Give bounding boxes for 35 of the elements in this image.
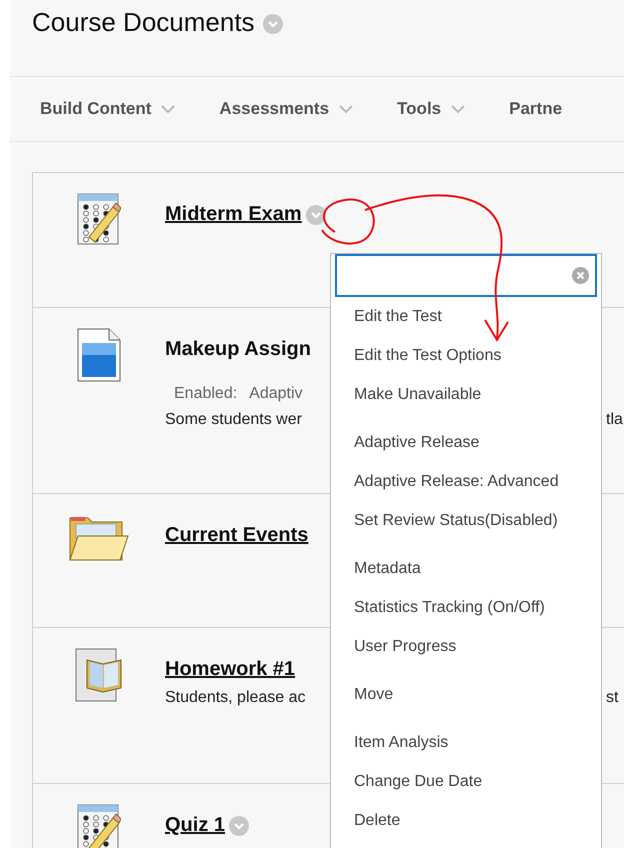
item-description: st <box>606 689 618 707</box>
book-icon <box>75 648 123 702</box>
menu-item[interactable]: Delete <box>335 801 597 840</box>
toolbar-menu[interactable]: Tools <box>397 99 466 119</box>
menu-item[interactable]: Edit the Test <box>335 297 597 336</box>
menu-item[interactable]: User Progress <box>335 627 597 666</box>
item-description: Students, please ac <box>165 689 306 707</box>
menu-item[interactable]: Metadata <box>335 549 597 588</box>
item-title-link[interactable]: Makeup Assign <box>165 338 311 361</box>
item-title-link[interactable]: Homework #1 <box>165 658 296 681</box>
toolbar-menu[interactable]: Build Content <box>40 99 176 119</box>
menu-item[interactable]: Adaptive Release: Advanced <box>335 462 597 501</box>
item-description: tla <box>606 411 623 429</box>
status-text: Adaptiv <box>249 385 303 403</box>
search-field[interactable] <box>335 254 597 297</box>
menu-item[interactable]: Make Unavailable <box>335 375 597 414</box>
item-title-link[interactable]: Midterm Exam <box>165 203 302 226</box>
menu-item[interactable]: Statistics Tracking (On/Off) <box>335 588 597 627</box>
item-description: Some students wer <box>165 411 302 429</box>
item-title-link[interactable]: Quiz 1 <box>165 814 226 837</box>
menu-item[interactable]: Set Review Status(Disabled) <box>335 501 597 540</box>
menu-item[interactable]: Edit the Test Options <box>335 336 597 375</box>
toolbar-menu[interactable]: Assessments <box>219 99 354 119</box>
menu-item[interactable]: Move <box>335 675 597 714</box>
clear-icon[interactable] <box>572 267 589 284</box>
document-icon <box>77 328 121 382</box>
menu-item[interactable]: Item Analysis <box>335 723 597 762</box>
chevron-icon[interactable] <box>306 204 326 224</box>
toolbar-menu[interactable]: Partne <box>509 99 562 119</box>
page-title: Course Documents <box>32 7 255 38</box>
status-text: Enabled: <box>174 385 238 403</box>
item-title-link[interactable]: Current Events <box>165 524 308 547</box>
menu-item[interactable]: Adaptive Release <box>335 423 597 462</box>
menu-item[interactable]: Change Due Date <box>335 762 597 801</box>
test-sheet-icon <box>77 193 121 245</box>
